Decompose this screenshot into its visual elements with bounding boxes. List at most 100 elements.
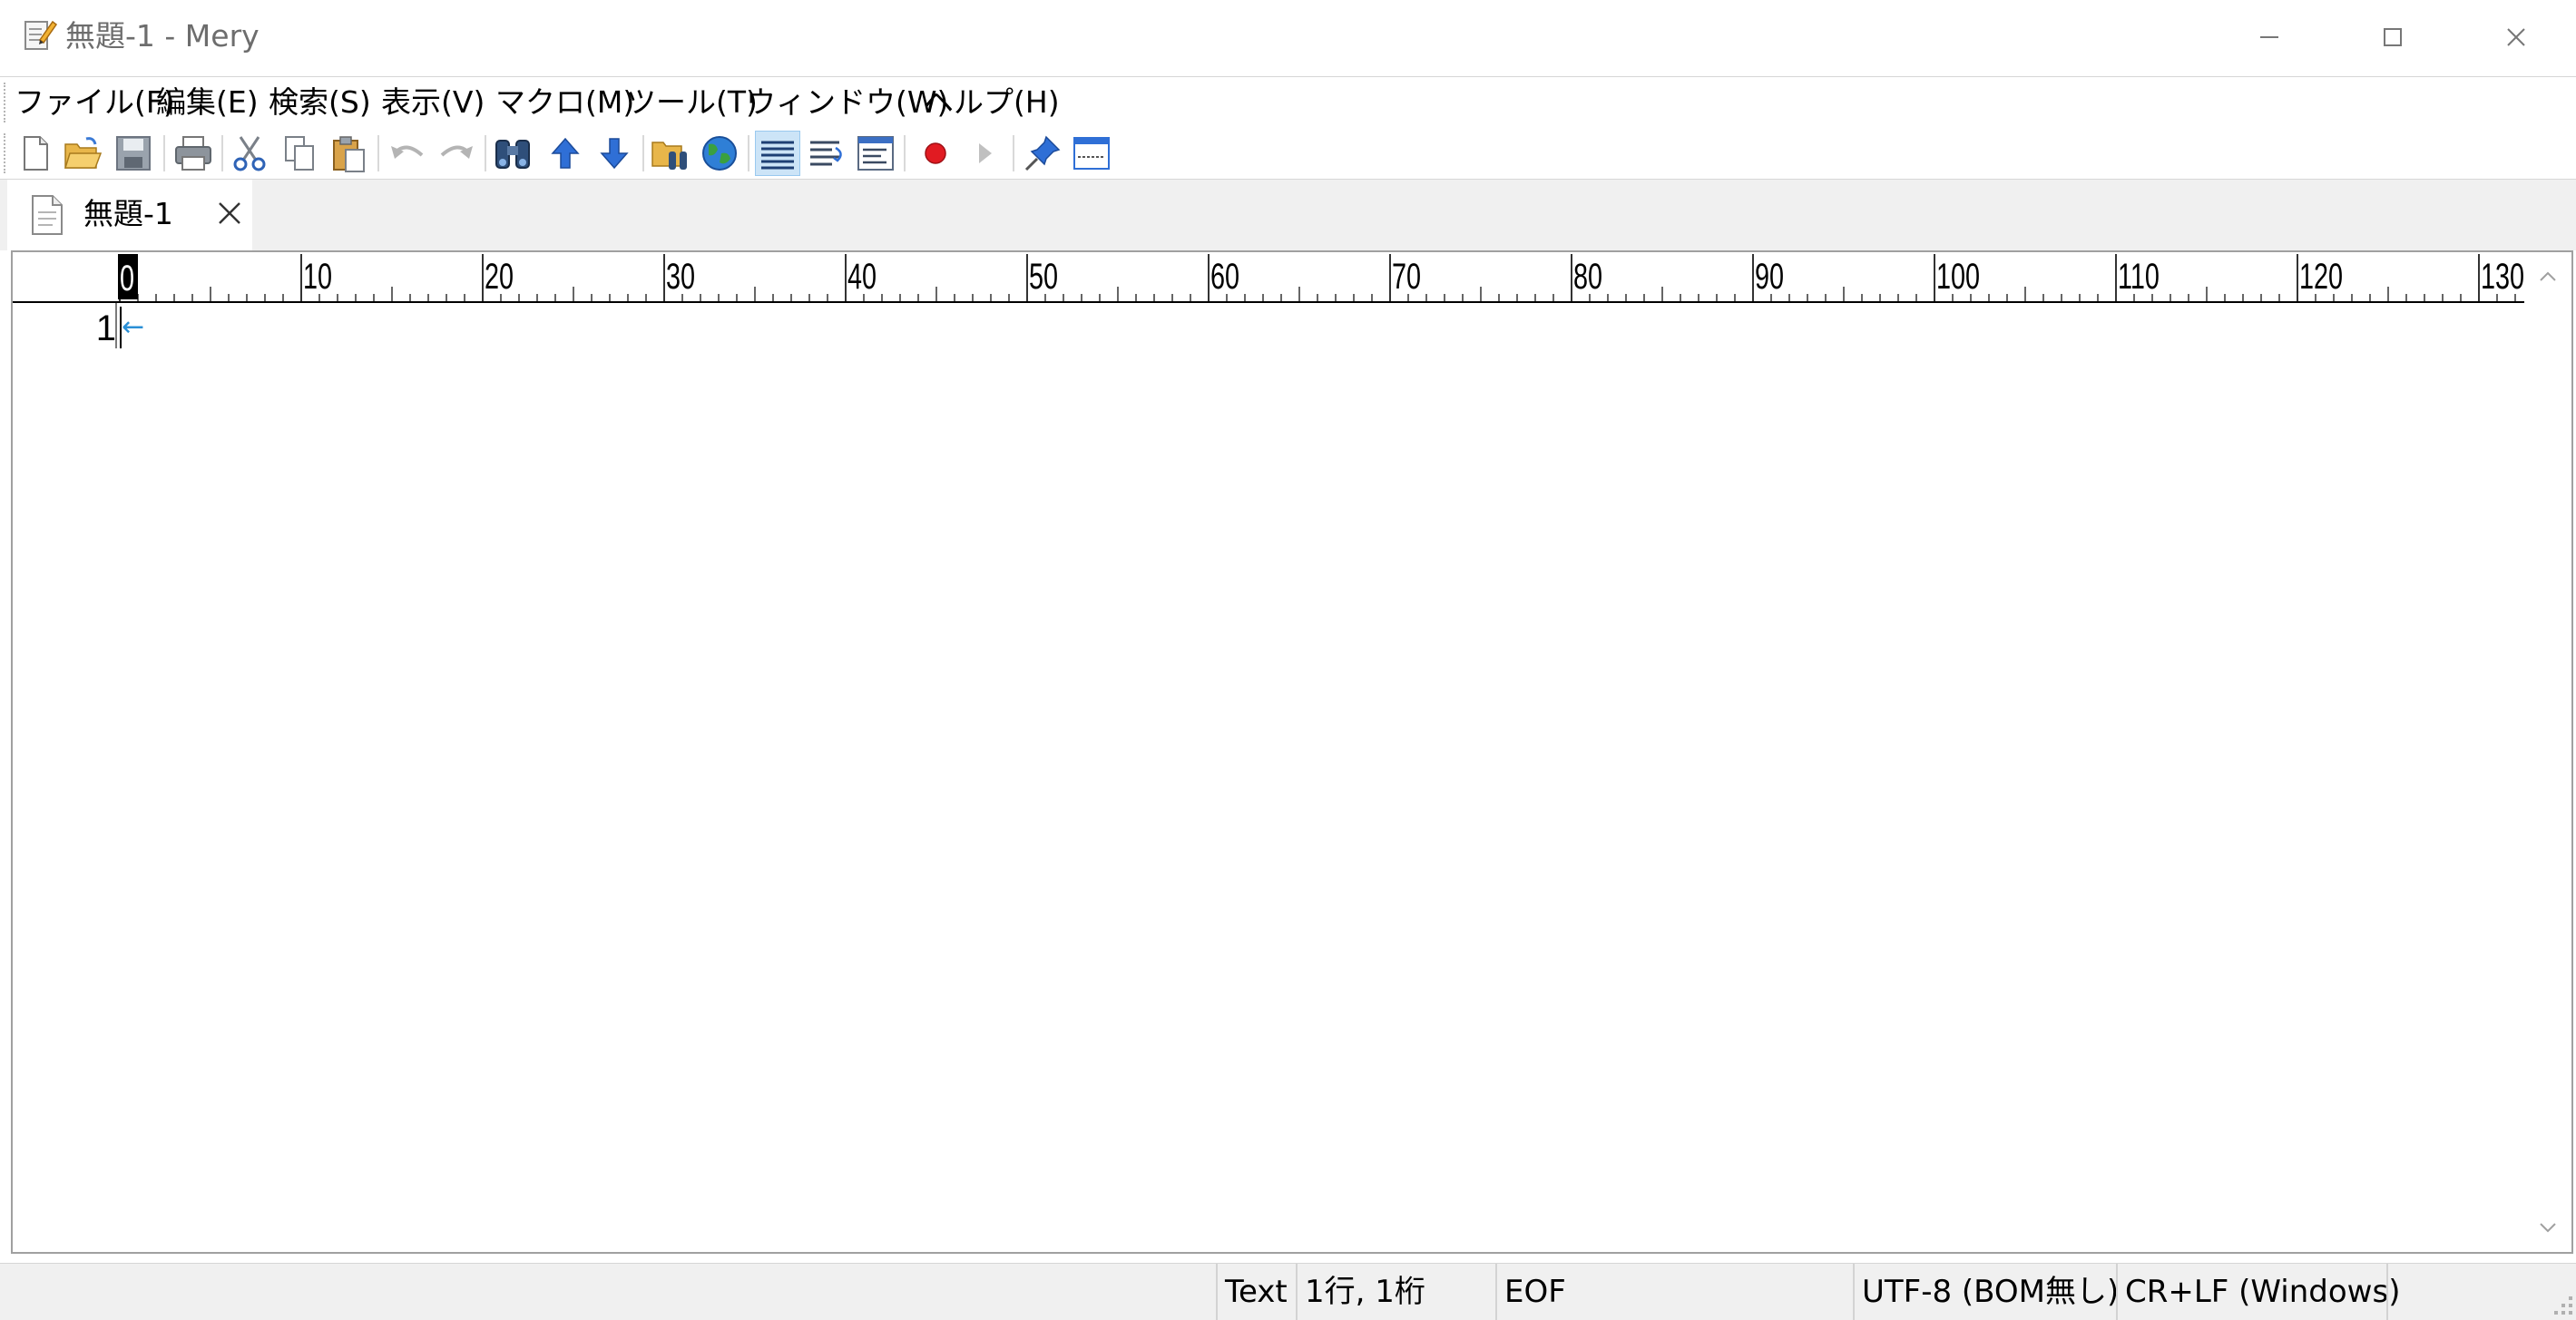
cut-button[interactable] xyxy=(227,131,272,176)
title-bar[interactable]: 無題-1 - Mery xyxy=(0,0,2576,74)
ruler-label: 130 xyxy=(2481,257,2525,297)
ruler-label: 120 xyxy=(2299,257,2344,297)
cut-icon xyxy=(233,136,266,171)
run-macro-icon xyxy=(979,143,992,163)
toolbar-separator xyxy=(904,135,906,171)
pin-button[interactable] xyxy=(1020,131,1065,176)
minimize-icon xyxy=(2260,36,2278,38)
save-icon xyxy=(116,136,151,171)
new-file-button[interactable] xyxy=(13,131,58,176)
record-macro-button[interactable] xyxy=(913,131,958,176)
menu-search[interactable]: 検索(S) xyxy=(269,77,371,128)
editor[interactable]: 0 10 20 30 40 50 60 70 80 90 100 110 120 130 1 ← xyxy=(11,250,2573,1254)
status-mode[interactable]: Text xyxy=(1216,1264,1296,1320)
ruler-label: 100 xyxy=(1936,257,1981,297)
wrap-by-chars-button[interactable] xyxy=(804,131,849,176)
find-previous-button[interactable] xyxy=(543,131,588,176)
scroll-up-button[interactable] xyxy=(2524,252,2571,301)
find-icon xyxy=(495,140,530,169)
scroll-down-button[interactable] xyxy=(2524,1203,2571,1252)
menu-window[interactable]: ウィンドウ(W) xyxy=(746,77,948,128)
maximize-button[interactable] xyxy=(2330,0,2455,74)
no-wrap-button[interactable] xyxy=(755,131,800,176)
open-folder-icon xyxy=(64,137,103,169)
minimize-button[interactable] xyxy=(2207,0,2332,74)
find-next-button[interactable] xyxy=(592,131,637,176)
toolbar-separator xyxy=(1013,135,1014,171)
save-button[interactable] xyxy=(111,131,156,176)
menu-bar-grip[interactable] xyxy=(4,83,9,122)
toolbar-separator xyxy=(642,135,644,171)
paste-icon xyxy=(333,136,365,172)
status-position[interactable]: 1行, 1桁 xyxy=(1296,1264,1495,1320)
no-wrap-icon xyxy=(761,141,794,170)
find-in-files-icon xyxy=(651,142,687,170)
copy-icon xyxy=(285,136,314,171)
chevron-down-icon xyxy=(2540,1223,2556,1233)
menu-tools[interactable]: ツール(T) xyxy=(626,77,758,128)
menu-macro[interactable]: マクロ(M) xyxy=(495,77,634,128)
vertical-scrollbar[interactable] xyxy=(2524,252,2571,1252)
toolbar-grip[interactable] xyxy=(4,133,9,173)
ruler-label: 50 xyxy=(1029,257,1059,297)
find-in-files-button[interactable] xyxy=(648,131,693,176)
menu-file[interactable]: ファイル(F) xyxy=(15,77,175,128)
toolbar-separator xyxy=(221,135,223,171)
menu-help[interactable]: ヘルプ(H) xyxy=(924,77,1060,128)
toolbar-separator xyxy=(485,135,486,171)
wrap-by-window-icon xyxy=(857,136,894,171)
find-next-icon xyxy=(600,138,629,170)
status-bar: Text 1行, 1桁 EOF UTF-8 (BOM無し) CR+LF (Win… xyxy=(0,1263,2576,1320)
menu-bar: ファイル(F) 編集(E) 検索(S) 表示(V) マクロ(M) ツール(T) … xyxy=(0,76,2576,129)
output-window-icon xyxy=(1073,137,1110,170)
ruler-label: 40 xyxy=(847,257,877,297)
status-line-ending[interactable]: CR+LF (Windows) xyxy=(2116,1264,2400,1320)
status-encoding[interactable]: UTF-8 (BOM無し) xyxy=(1853,1264,2119,1320)
document-icon xyxy=(32,195,63,235)
ruler-label: 60 xyxy=(1210,257,1240,297)
web-search-button[interactable] xyxy=(697,131,742,176)
wrap-by-window-button[interactable] xyxy=(853,131,898,176)
tab-strip: 無題-1 xyxy=(0,180,2576,250)
new-file-icon xyxy=(24,136,48,171)
resize-grip-icon[interactable] xyxy=(2545,1289,2576,1320)
toolbar-separator xyxy=(748,135,749,171)
record-macro-icon xyxy=(925,142,946,164)
status-eof: EOF xyxy=(1495,1264,1853,1320)
paste-button[interactable] xyxy=(327,131,372,176)
pin-icon xyxy=(1024,135,1061,171)
toolbar-separator xyxy=(377,135,379,171)
run-macro-button[interactable] xyxy=(962,131,1007,176)
menu-edit[interactable]: 編集(E) xyxy=(156,77,259,128)
tab-close-button[interactable] xyxy=(209,192,250,234)
undo-icon xyxy=(391,145,424,159)
ruler-label: 80 xyxy=(1573,257,1603,297)
ruler-label: 30 xyxy=(666,257,696,297)
toolbar-separator xyxy=(163,135,165,171)
print-icon xyxy=(175,136,211,171)
redo-button[interactable] xyxy=(434,131,479,176)
ruler-label: 70 xyxy=(1392,257,1422,297)
find-button[interactable] xyxy=(490,131,535,176)
web-search-icon xyxy=(702,136,737,171)
eol-marker: ← xyxy=(122,311,145,343)
menu-view[interactable]: 表示(V) xyxy=(381,77,485,128)
print-button[interactable] xyxy=(171,131,216,176)
mery-app-icon xyxy=(22,16,58,53)
ruler-current-column-label: 0 xyxy=(120,259,135,298)
wrap-by-chars-icon xyxy=(810,141,842,166)
undo-button[interactable] xyxy=(385,131,430,176)
gutter-separator xyxy=(115,303,117,348)
ruler-label: 20 xyxy=(485,257,514,297)
tab-untitled-1[interactable]: 無題-1 xyxy=(7,180,252,250)
copy-button[interactable] xyxy=(278,131,323,176)
ruler: 0 10 20 30 40 50 60 70 80 90 100 110 120 130 xyxy=(13,252,2524,303)
ruler-label: 110 xyxy=(2118,257,2160,297)
open-button[interactable] xyxy=(60,131,105,176)
output-window-button[interactable] xyxy=(1069,131,1114,176)
maximize-icon xyxy=(2384,28,2402,46)
close-window-button[interactable] xyxy=(2454,0,2576,74)
toolbar xyxy=(0,128,2576,180)
close-icon xyxy=(219,202,240,224)
chevron-up-icon xyxy=(2540,271,2556,281)
